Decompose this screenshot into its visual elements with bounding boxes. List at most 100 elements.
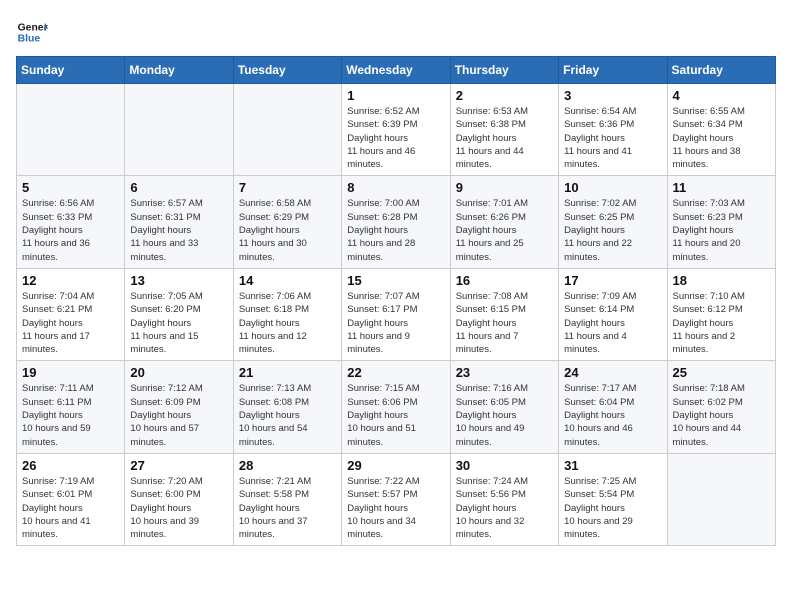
calendar-week-4: 19 Sunrise: 7:11 AM Sunset: 6:11 PM Dayl…	[17, 361, 776, 453]
calendar-day-18: 18 Sunrise: 7:10 AM Sunset: 6:12 PM Dayl…	[667, 268, 775, 360]
day-info: Sunrise: 7:10 AM Sunset: 6:12 PM Dayligh…	[673, 290, 770, 356]
calendar-day-17: 17 Sunrise: 7:09 AM Sunset: 6:14 PM Dayl…	[559, 268, 667, 360]
day-info: Sunrise: 7:12 AM Sunset: 6:09 PM Dayligh…	[130, 382, 227, 448]
page-header: General Blue	[16, 16, 776, 48]
day-number: 16	[456, 273, 553, 288]
empty-cell	[125, 84, 233, 176]
calendar-day-28: 28 Sunrise: 7:21 AM Sunset: 5:58 PM Dayl…	[233, 453, 341, 545]
day-number: 22	[347, 365, 444, 380]
day-info: Sunrise: 6:52 AM Sunset: 6:39 PM Dayligh…	[347, 105, 444, 171]
day-info: Sunrise: 7:20 AM Sunset: 6:00 PM Dayligh…	[130, 475, 227, 541]
calendar-day-26: 26 Sunrise: 7:19 AM Sunset: 6:01 PM Dayl…	[17, 453, 125, 545]
day-info: Sunrise: 7:19 AM Sunset: 6:01 PM Dayligh…	[22, 475, 119, 541]
weekday-header-wednesday: Wednesday	[342, 57, 450, 84]
day-number: 10	[564, 180, 661, 195]
weekday-header-thursday: Thursday	[450, 57, 558, 84]
day-number: 20	[130, 365, 227, 380]
day-number: 3	[564, 88, 661, 103]
calendar-day-27: 27 Sunrise: 7:20 AM Sunset: 6:00 PM Dayl…	[125, 453, 233, 545]
day-number: 18	[673, 273, 770, 288]
calendar-day-14: 14 Sunrise: 7:06 AM Sunset: 6:18 PM Dayl…	[233, 268, 341, 360]
calendar-day-6: 6 Sunrise: 6:57 AM Sunset: 6:31 PM Dayli…	[125, 176, 233, 268]
calendar-day-5: 5 Sunrise: 6:56 AM Sunset: 6:33 PM Dayli…	[17, 176, 125, 268]
day-info: Sunrise: 7:08 AM Sunset: 6:15 PM Dayligh…	[456, 290, 553, 356]
calendar-day-31: 31 Sunrise: 7:25 AM Sunset: 5:54 PM Dayl…	[559, 453, 667, 545]
day-number: 25	[673, 365, 770, 380]
calendar-week-2: 5 Sunrise: 6:56 AM Sunset: 6:33 PM Dayli…	[17, 176, 776, 268]
svg-text:General: General	[18, 22, 48, 33]
calendar-day-11: 11 Sunrise: 7:03 AM Sunset: 6:23 PM Dayl…	[667, 176, 775, 268]
day-number: 15	[347, 273, 444, 288]
empty-cell	[233, 84, 341, 176]
calendar-week-1: 1 Sunrise: 6:52 AM Sunset: 6:39 PM Dayli…	[17, 84, 776, 176]
calendar-day-20: 20 Sunrise: 7:12 AM Sunset: 6:09 PM Dayl…	[125, 361, 233, 453]
day-number: 4	[673, 88, 770, 103]
day-info: Sunrise: 7:01 AM Sunset: 6:26 PM Dayligh…	[456, 197, 553, 263]
calendar-day-7: 7 Sunrise: 6:58 AM Sunset: 6:29 PM Dayli…	[233, 176, 341, 268]
day-info: Sunrise: 7:25 AM Sunset: 5:54 PM Dayligh…	[564, 475, 661, 541]
day-number: 6	[130, 180, 227, 195]
day-number: 21	[239, 365, 336, 380]
weekday-header-monday: Monday	[125, 57, 233, 84]
day-number: 7	[239, 180, 336, 195]
day-number: 9	[456, 180, 553, 195]
day-number: 13	[130, 273, 227, 288]
day-number: 12	[22, 273, 119, 288]
calendar-day-22: 22 Sunrise: 7:15 AM Sunset: 6:06 PM Dayl…	[342, 361, 450, 453]
calendar-table: SundayMondayTuesdayWednesdayThursdayFrid…	[16, 56, 776, 546]
day-info: Sunrise: 6:58 AM Sunset: 6:29 PM Dayligh…	[239, 197, 336, 263]
calendar-week-5: 26 Sunrise: 7:19 AM Sunset: 6:01 PM Dayl…	[17, 453, 776, 545]
day-info: Sunrise: 7:22 AM Sunset: 5:57 PM Dayligh…	[347, 475, 444, 541]
day-number: 19	[22, 365, 119, 380]
day-info: Sunrise: 7:18 AM Sunset: 6:02 PM Dayligh…	[673, 382, 770, 448]
day-number: 2	[456, 88, 553, 103]
day-info: Sunrise: 7:00 AM Sunset: 6:28 PM Dayligh…	[347, 197, 444, 263]
day-info: Sunrise: 7:17 AM Sunset: 6:04 PM Dayligh…	[564, 382, 661, 448]
calendar-day-10: 10 Sunrise: 7:02 AM Sunset: 6:25 PM Dayl…	[559, 176, 667, 268]
day-info: Sunrise: 7:06 AM Sunset: 6:18 PM Dayligh…	[239, 290, 336, 356]
calendar-day-30: 30 Sunrise: 7:24 AM Sunset: 5:56 PM Dayl…	[450, 453, 558, 545]
calendar-day-16: 16 Sunrise: 7:08 AM Sunset: 6:15 PM Dayl…	[450, 268, 558, 360]
day-number: 5	[22, 180, 119, 195]
day-number: 1	[347, 88, 444, 103]
calendar-day-1: 1 Sunrise: 6:52 AM Sunset: 6:39 PM Dayli…	[342, 84, 450, 176]
day-info: Sunrise: 6:57 AM Sunset: 6:31 PM Dayligh…	[130, 197, 227, 263]
calendar-day-15: 15 Sunrise: 7:07 AM Sunset: 6:17 PM Dayl…	[342, 268, 450, 360]
calendar-day-21: 21 Sunrise: 7:13 AM Sunset: 6:08 PM Dayl…	[233, 361, 341, 453]
weekday-header-tuesday: Tuesday	[233, 57, 341, 84]
day-number: 27	[130, 458, 227, 473]
day-number: 26	[22, 458, 119, 473]
calendar-day-3: 3 Sunrise: 6:54 AM Sunset: 6:36 PM Dayli…	[559, 84, 667, 176]
day-info: Sunrise: 7:09 AM Sunset: 6:14 PM Dayligh…	[564, 290, 661, 356]
day-number: 14	[239, 273, 336, 288]
day-number: 24	[564, 365, 661, 380]
day-info: Sunrise: 7:11 AM Sunset: 6:11 PM Dayligh…	[22, 382, 119, 448]
calendar-day-12: 12 Sunrise: 7:04 AM Sunset: 6:21 PM Dayl…	[17, 268, 125, 360]
calendar-day-13: 13 Sunrise: 7:05 AM Sunset: 6:20 PM Dayl…	[125, 268, 233, 360]
weekday-header-saturday: Saturday	[667, 57, 775, 84]
day-number: 28	[239, 458, 336, 473]
day-info: Sunrise: 6:56 AM Sunset: 6:33 PM Dayligh…	[22, 197, 119, 263]
svg-text:Blue: Blue	[18, 34, 41, 45]
day-info: Sunrise: 7:16 AM Sunset: 6:05 PM Dayligh…	[456, 382, 553, 448]
calendar-day-23: 23 Sunrise: 7:16 AM Sunset: 6:05 PM Dayl…	[450, 361, 558, 453]
logo-icon: General Blue	[16, 16, 48, 48]
day-number: 31	[564, 458, 661, 473]
day-info: Sunrise: 7:05 AM Sunset: 6:20 PM Dayligh…	[130, 290, 227, 356]
day-info: Sunrise: 6:53 AM Sunset: 6:38 PM Dayligh…	[456, 105, 553, 171]
logo: General Blue	[16, 16, 48, 48]
empty-cell	[667, 453, 775, 545]
day-info: Sunrise: 7:13 AM Sunset: 6:08 PM Dayligh…	[239, 382, 336, 448]
day-info: Sunrise: 6:55 AM Sunset: 6:34 PM Dayligh…	[673, 105, 770, 171]
calendar-day-8: 8 Sunrise: 7:00 AM Sunset: 6:28 PM Dayli…	[342, 176, 450, 268]
day-number: 8	[347, 180, 444, 195]
empty-cell	[17, 84, 125, 176]
day-info: Sunrise: 7:07 AM Sunset: 6:17 PM Dayligh…	[347, 290, 444, 356]
calendar-day-9: 9 Sunrise: 7:01 AM Sunset: 6:26 PM Dayli…	[450, 176, 558, 268]
calendar-day-2: 2 Sunrise: 6:53 AM Sunset: 6:38 PM Dayli…	[450, 84, 558, 176]
day-info: Sunrise: 7:03 AM Sunset: 6:23 PM Dayligh…	[673, 197, 770, 263]
weekday-header-friday: Friday	[559, 57, 667, 84]
calendar-day-4: 4 Sunrise: 6:55 AM Sunset: 6:34 PM Dayli…	[667, 84, 775, 176]
calendar-day-29: 29 Sunrise: 7:22 AM Sunset: 5:57 PM Dayl…	[342, 453, 450, 545]
day-number: 17	[564, 273, 661, 288]
